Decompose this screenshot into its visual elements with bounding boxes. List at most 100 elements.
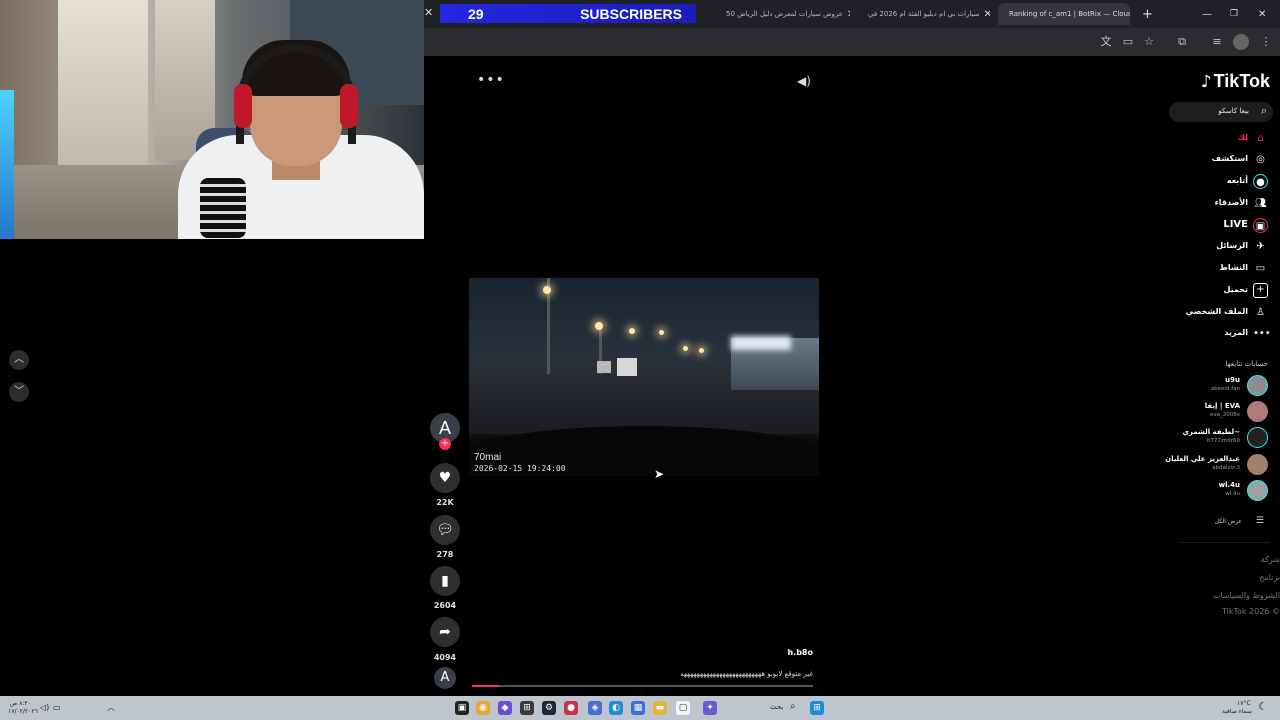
menu-icon[interactable]: ⋮	[1258, 34, 1274, 50]
tab-title: سيارات بي ام دبليو الفئة ام 2026 في	[868, 10, 980, 18]
video-player[interactable]	[469, 278, 819, 476]
nav-explore[interactable]: استكشف ◎	[1150, 151, 1270, 169]
comment-button[interactable]: 💬︎	[430, 515, 460, 545]
nav-live[interactable]: LIVE ▣	[1150, 217, 1270, 235]
taskbar-clock-time[interactable]: ٨:٣٠ ص	[10, 700, 31, 707]
video-author[interactable]: h.b8o	[760, 648, 813, 657]
edge-icon[interactable]: ◐	[609, 701, 623, 715]
like-count: 22K	[436, 498, 454, 507]
network-tray-icon[interactable]: ▭	[53, 703, 61, 712]
share-button[interactable]: ➦	[430, 617, 460, 647]
nav-label: الأصدقاء	[1214, 198, 1248, 207]
previous-video-button[interactable]: ︿	[9, 350, 29, 370]
tiktok-logo[interactable]: ♪ TikTok	[1186, 71, 1270, 92]
minimize-icon[interactable]: —	[1196, 3, 1218, 25]
extensions-icon[interactable]: ⧉	[1174, 34, 1190, 50]
nav-label: النشاط	[1219, 263, 1248, 272]
windows-start-icon[interactable]: ⊞	[810, 701, 824, 715]
like-button[interactable]: ♥	[430, 463, 460, 493]
following-account[interactable]: إيفا | EVA eva_2008x	[1150, 400, 1270, 424]
tray-chevron-up-icon[interactable]: ︿	[107, 702, 115, 713]
account-name: إيفا | EVA	[1204, 402, 1240, 410]
street-light	[683, 346, 688, 351]
tiktok-logo-text: TikTok	[1213, 71, 1270, 91]
video-progress-bar[interactable]	[472, 685, 813, 687]
following-account[interactable]: u9u abeeld.fan	[1150, 374, 1270, 398]
close-icon[interactable]: ✕	[843, 9, 850, 20]
next-video-button[interactable]: ﹀	[9, 382, 29, 402]
subscriber-counter-banner: 29 SUBSCRIBERS	[440, 4, 696, 23]
following-account[interactable]: عبدالعزيز علي العليان abdalziz.3	[1150, 453, 1270, 477]
follow-plus-icon[interactable]: +	[439, 438, 451, 450]
nav-activity[interactable]: النشاط ▭	[1150, 260, 1270, 278]
weather-description[interactable]: سماء صافية	[1222, 708, 1252, 715]
close-icon[interactable]: ✕	[424, 6, 433, 19]
comment-count: 278	[436, 550, 454, 559]
volume-icon[interactable]: ◀)	[797, 74, 811, 88]
new-tab-button[interactable]: +	[1136, 3, 1159, 25]
steam-icon[interactable]: ⚙	[542, 701, 556, 715]
app-icon[interactable]: ◈	[588, 701, 602, 715]
messages-icon: ✈	[1256, 241, 1265, 252]
app-icon[interactable]: ◆	[498, 701, 512, 715]
tab-title: 50 عروض سيارات لمعرض دليل الرياض	[726, 10, 843, 18]
nav-label: لك	[1237, 133, 1248, 142]
account-name: لطيفه الشمري~	[1182, 428, 1240, 436]
weather-moon-icon[interactable]: ☾	[1258, 700, 1268, 713]
cast-icon[interactable]: ▭	[1120, 34, 1136, 50]
search-input[interactable]: بيغا كاسكو ⌕	[1169, 102, 1273, 122]
app-icon[interactable]: ✦	[703, 701, 717, 715]
footer-link-terms[interactable]: الشروط والسياسات	[1180, 591, 1280, 600]
more-options-icon[interactable]: •••	[477, 72, 505, 88]
see-all-button[interactable]: عرض الكل ☰	[1150, 516, 1270, 530]
folder-icon[interactable]: ▬	[653, 701, 667, 715]
app-icon[interactable]: ●	[564, 701, 578, 715]
search-icon[interactable]: ⌕	[1261, 104, 1267, 118]
queue-icon[interactable]: ≡	[1209, 34, 1225, 50]
star-icon[interactable]: ☆	[1141, 34, 1157, 50]
search-icon[interactable]: ⌕	[790, 701, 796, 712]
footer-link-program[interactable]: برنامج	[1180, 573, 1280, 582]
activity-icon: ▭	[1255, 263, 1266, 274]
browser-tab[interactable]: سيارات بي ام دبليو الفئة ام 2026 في ✕	[858, 3, 990, 25]
taskbar-clock-date[interactable]: ١٧/٠٢/٢٠٢٦	[8, 708, 38, 715]
browser-tab[interactable]: 50 عروض سيارات لمعرض دليل الرياض ✕	[720, 3, 850, 25]
window-close-icon[interactable]: ✕	[1252, 3, 1272, 25]
following-account[interactable]: لطيفه الشمري~ lt777zndr60	[1150, 426, 1270, 450]
compass-icon: ◎	[1256, 154, 1265, 165]
nav-profile[interactable]: الملف الشخصي ♙	[1150, 304, 1270, 322]
music-disc-avatar[interactable]: A	[434, 667, 456, 689]
avatar	[1247, 427, 1268, 448]
save-button[interactable]: ▮	[430, 566, 460, 596]
chrome-icon[interactable]: ◉	[476, 701, 490, 715]
footer-link-company[interactable]: شركة	[1180, 555, 1280, 564]
dashcam-timestamp: 2026-02-15 19:24:00	[474, 464, 566, 473]
app-icon[interactable]: ⊞	[520, 701, 534, 715]
nav-friends[interactable]: الأصدقاء 👥︎	[1150, 195, 1270, 213]
translate-icon[interactable]: 文	[1098, 34, 1114, 50]
account-handle: wl.4u	[1225, 491, 1240, 497]
app-icon[interactable]: ▢	[676, 701, 690, 715]
tab-title: Ranking of c_am1 | BotRix — Cloud	[1009, 10, 1130, 18]
nav-for-you[interactable]: لك ⌂	[1150, 130, 1270, 148]
nav-following[interactable]: أتابعه ●	[1150, 173, 1270, 191]
browser-tab-active[interactable]: Ranking of c_am1 | BotRix — Cloud ✕	[998, 3, 1130, 25]
nav-upload[interactable]: تحميل +	[1150, 282, 1270, 300]
weather-temp[interactable]: ١٧°C	[1237, 700, 1251, 707]
profile-avatar-icon[interactable]	[1233, 34, 1249, 50]
taskbar-search-label[interactable]: بحث	[770, 703, 783, 711]
live-icon: ▣	[1253, 218, 1268, 233]
account-handle: abeeld.fan	[1210, 386, 1240, 392]
app-icon[interactable]: ▦	[631, 701, 645, 715]
street-light	[595, 322, 603, 330]
volume-tray-icon[interactable]: ◁)	[40, 703, 49, 712]
heart-icon: ♥	[438, 470, 452, 486]
following-account[interactable]: wl.4u wl.4u	[1150, 479, 1270, 503]
nav-more[interactable]: المزيد •••	[1150, 325, 1270, 343]
nav-label: الرسائل	[1216, 241, 1248, 250]
app-icon[interactable]: ▣	[455, 701, 469, 715]
restore-icon[interactable]: ❐	[1224, 3, 1244, 25]
nav-messages[interactable]: الرسائل ✈	[1150, 238, 1270, 256]
close-icon[interactable]: ✕	[980, 9, 990, 20]
account-handle: eva_2008x	[1209, 412, 1240, 418]
